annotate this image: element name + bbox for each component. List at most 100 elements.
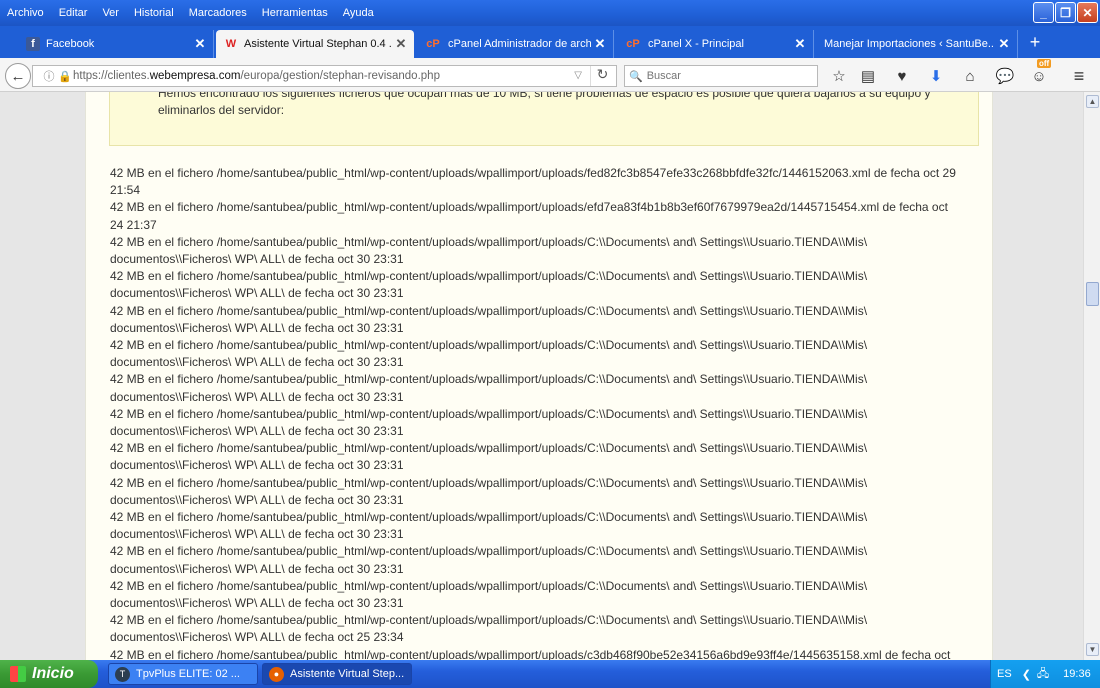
home-icon: ⌂ bbox=[965, 67, 975, 85]
restore-button[interactable]: ❐ bbox=[1055, 2, 1076, 23]
list-item: 42 MB en el fichero /home/santubea/publi… bbox=[110, 234, 868, 249]
bookmark-star-button[interactable]: ☆ bbox=[828, 66, 850, 86]
plus-icon: + bbox=[1029, 31, 1041, 52]
taskbar: Inicio T TpvPlus ELITE: 02 ... ● Asisten… bbox=[0, 660, 1100, 688]
star-icon: ☆ bbox=[832, 68, 846, 85]
new-tab-button[interactable]: + bbox=[1022, 30, 1048, 54]
download-arrow-icon: ⬇ bbox=[929, 68, 943, 85]
scroll-up-button[interactable]: ▲ bbox=[1086, 95, 1099, 108]
down-arrow-icon: ▼ bbox=[1088, 645, 1097, 654]
hamburger-icon: ≡ bbox=[1073, 65, 1085, 86]
list-item: 42 MB en el fichero /home/santubea/publi… bbox=[110, 441, 868, 456]
tab-close-button[interactable]: ✕ bbox=[591, 36, 609, 52]
menu-historial[interactable]: Historial bbox=[134, 7, 174, 19]
minimize-button[interactable]: _ bbox=[1033, 2, 1054, 23]
menu-archivo[interactable]: Archivo bbox=[7, 7, 44, 19]
tray-expand-icon[interactable]: ❮ bbox=[1022, 668, 1031, 681]
language-indicator[interactable]: ES bbox=[997, 668, 1012, 680]
downloads-button[interactable]: ⬇ bbox=[925, 66, 947, 86]
network-icon[interactable]: 🖧 bbox=[1037, 665, 1049, 684]
search-icon: 🔍 bbox=[629, 70, 643, 83]
close-icon: ✕ bbox=[1082, 5, 1093, 20]
info-icon: ⓘ bbox=[43, 71, 55, 83]
page-viewport: Hemos encontrado los siguientes ficheros… bbox=[0, 92, 1100, 660]
restore-icon: ❐ bbox=[1060, 5, 1071, 20]
search-input[interactable] bbox=[646, 70, 807, 82]
tab-close-button[interactable]: ✕ bbox=[791, 36, 809, 52]
tpvplus-icon: T bbox=[115, 666, 130, 682]
list-item: documentos\\Ficheros\ WP\ ALL\ de fecha … bbox=[110, 561, 404, 576]
tab-strip: f Facebook ✕ W Asistente Virtual Stephan… bbox=[0, 26, 1100, 58]
list-item: documentos\\Ficheros\ WP\ ALL\ de fecha … bbox=[110, 424, 404, 439]
page-content: Hemos encontrado los siguientes ficheros… bbox=[85, 92, 993, 660]
menu-editar[interactable]: Editar bbox=[59, 7, 88, 19]
pocket-icon: ♥ bbox=[897, 67, 907, 85]
url-bar[interactable]: ⓘ 🔒 https://clientes. webempresa.com/euro… bbox=[32, 65, 617, 87]
list-item: documentos\\Ficheros\ WP\ ALL\ de fecha … bbox=[110, 355, 404, 370]
tab-title: Manejar Importaciones ‹ SantuBe... bbox=[824, 38, 995, 50]
up-arrow-icon: ▲ bbox=[1088, 97, 1097, 106]
system-tray: ES ❮ 🖧 19:36 bbox=[990, 660, 1100, 688]
large-files-list: 42 MB en el fichero /home/santubea/publi… bbox=[110, 165, 982, 660]
tab-title: Facebook bbox=[46, 38, 95, 50]
list-item: documentos\\Ficheros\ WP\ ALL\ de fecha … bbox=[110, 458, 404, 473]
tab-close-button[interactable]: ✕ bbox=[191, 36, 209, 52]
webempresa-icon: W bbox=[225, 38, 237, 50]
menu-ver[interactable]: Ver bbox=[102, 7, 119, 19]
taskbar-item-firefox[interactable]: ● Asistente Virtual Step... bbox=[262, 663, 412, 685]
tab-asistente-virtual[interactable]: W Asistente Virtual Stephan 0.4 ... ✕ bbox=[216, 30, 414, 58]
url-prefix: https://clientes. bbox=[73, 70, 150, 82]
scroll-down-button[interactable]: ▼ bbox=[1086, 643, 1099, 656]
list-item: documentos\\Ficheros\ WP\ ALL\ de fecha … bbox=[110, 286, 404, 301]
start-button[interactable]: Inicio bbox=[0, 660, 98, 688]
back-button[interactable]: ← bbox=[5, 63, 31, 89]
list-item: 42 MB en el fichero /home/santubea/publi… bbox=[110, 613, 868, 628]
list-item: documentos\\Ficheros\ WP\ ALL\ de fecha … bbox=[110, 252, 404, 267]
url-host: webempresa.com bbox=[149, 70, 241, 82]
start-label: Inicio bbox=[32, 665, 74, 682]
vertical-scrollbar[interactable]: ▲ ▼ bbox=[1083, 92, 1100, 660]
tab-manejar-importaciones[interactable]: Manejar Importaciones ‹ SantuBe... ✕ bbox=[816, 30, 1018, 58]
tab-close-button[interactable]: ✕ bbox=[392, 36, 410, 52]
notice-text: Hemos encontrado los siguientes ficheros… bbox=[158, 92, 931, 117]
notice-box: Hemos encontrado los siguientes ficheros… bbox=[109, 92, 979, 146]
addon-button[interactable]: ☺ bbox=[1028, 66, 1050, 86]
reading-list-icon: ▤ bbox=[860, 68, 876, 85]
taskbar-item-tpvplus[interactable]: T TpvPlus ELITE: 02 ... bbox=[108, 663, 258, 685]
scroll-thumb[interactable] bbox=[1086, 282, 1099, 306]
list-item: documentos\\Ficheros\ WP\ ALL\ de fecha … bbox=[110, 492, 404, 507]
menu-ayuda[interactable]: Ayuda bbox=[343, 7, 374, 19]
list-item: 42 MB en el fichero /home/santubea/publi… bbox=[110, 544, 868, 559]
addon-off-badge: off bbox=[1037, 59, 1052, 68]
dropdown-arrow-icon[interactable]: ▽ bbox=[574, 70, 582, 81]
tab-close-button[interactable]: ✕ bbox=[995, 36, 1013, 52]
task-label: Asistente Virtual Step... bbox=[290, 668, 405, 680]
reload-button[interactable]: ↻ bbox=[590, 66, 614, 86]
chat-icon: 💬 bbox=[995, 68, 1015, 85]
list-item: 42 MB en el fichero /home/santubea/publi… bbox=[110, 647, 951, 660]
tab-facebook[interactable]: f Facebook ✕ bbox=[18, 30, 214, 58]
list-item: 42 MB en el fichero /home/santubea/publi… bbox=[110, 200, 948, 215]
home-button[interactable]: ⌂ bbox=[959, 66, 981, 86]
list-item: 42 MB en el fichero /home/santubea/publi… bbox=[110, 475, 868, 490]
tab-cpanel-principal[interactable]: cP cPanel X - Principal ✕ bbox=[616, 30, 814, 58]
menu-marcadores[interactable]: Marcadores bbox=[189, 7, 247, 19]
pocket-button[interactable]: ♥ bbox=[891, 66, 913, 86]
chat-button[interactable]: 💬 bbox=[994, 66, 1016, 86]
reload-icon: ↻ bbox=[596, 66, 609, 82]
list-item: 42 MB en el fichero /home/santubea/publi… bbox=[110, 510, 868, 525]
list-item: 42 MB en el fichero /home/santubea/publi… bbox=[110, 372, 868, 387]
url-path: /europa/gestion/stephan-revisando.php bbox=[240, 70, 440, 82]
list-item: documentos\\Ficheros\ WP\ ALL\ de fecha … bbox=[110, 389, 404, 404]
search-box[interactable]: 🔍 bbox=[624, 65, 818, 87]
list-item: 42 MB en el fichero /home/santubea/publi… bbox=[110, 303, 868, 318]
close-window-button[interactable]: ✕ bbox=[1077, 2, 1098, 23]
tab-cpanel-archivos[interactable]: cP cPanel Administrador de archi... ✕ bbox=[416, 30, 614, 58]
list-item: 42 MB en el fichero /home/santubea/publi… bbox=[110, 338, 868, 353]
list-item: documentos\\Ficheros\ WP\ ALL\ de fecha … bbox=[110, 320, 404, 335]
menu-herramientas[interactable]: Herramientas bbox=[262, 7, 328, 19]
reading-list-button[interactable]: ▤ bbox=[857, 66, 879, 86]
cpanel-icon: cP bbox=[626, 38, 640, 50]
open-menu-button[interactable]: ≡ bbox=[1068, 66, 1090, 86]
firefox-icon: ● bbox=[269, 666, 284, 682]
